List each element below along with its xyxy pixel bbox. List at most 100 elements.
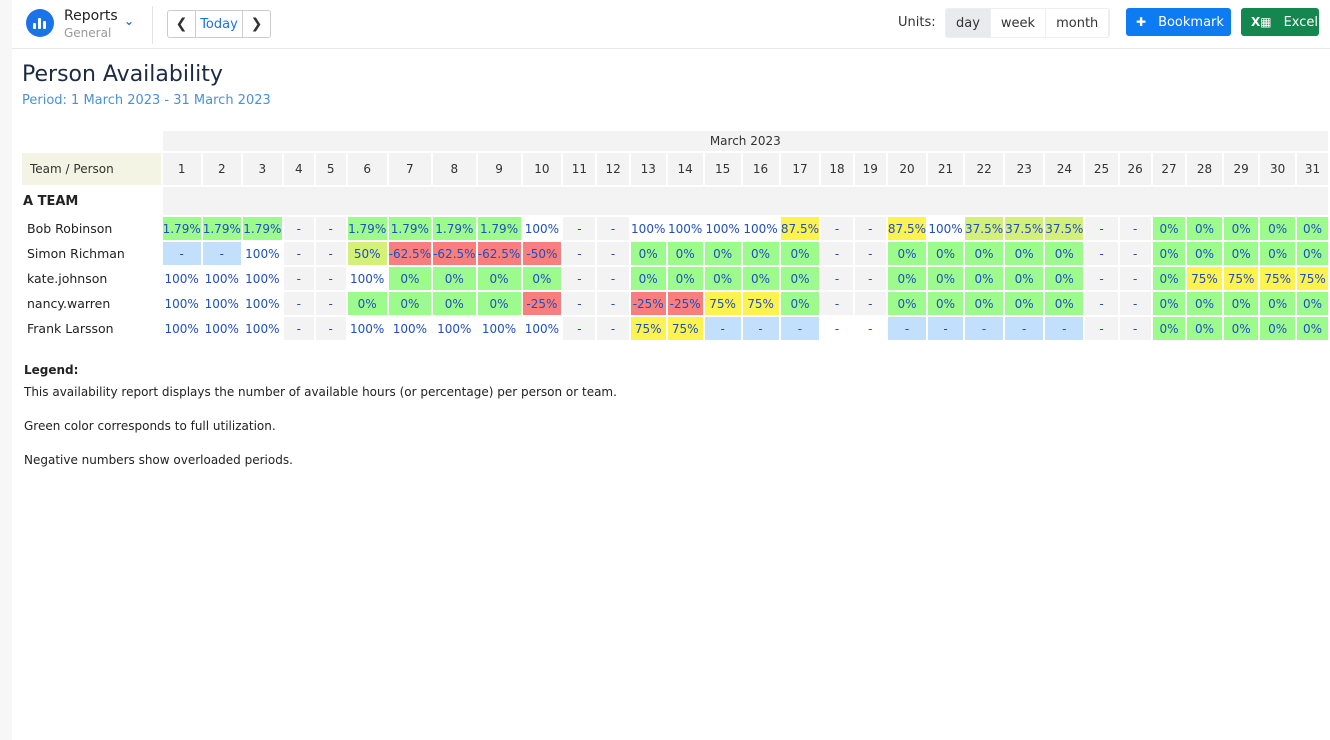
availability-cell[interactable]: 0% (1005, 242, 1044, 265)
availability-cell[interactable]: 1.79% (477, 217, 521, 240)
availability-cell[interactable]: 0% (742, 267, 779, 290)
availability-cell[interactable]: 0% (928, 267, 964, 290)
availability-cell[interactable]: 0% (928, 242, 964, 265)
person-name[interactable]: Frank Larsson (22, 317, 161, 340)
person-name[interactable]: kate.johnson (22, 267, 161, 290)
availability-cell[interactable]: - (854, 267, 886, 290)
person-name[interactable]: Bob Robinson (22, 217, 161, 240)
availability-cell[interactable]: 0% (780, 267, 820, 290)
availability-cell[interactable]: 1.79% (388, 217, 432, 240)
availability-cell[interactable]: -62.5% (433, 242, 476, 265)
availability-cell[interactable]: 50% (347, 242, 387, 265)
team-name[interactable]: A TEAM (22, 187, 161, 215)
availability-cell[interactable]: 100% (242, 267, 282, 290)
availability-cell[interactable]: 0% (1187, 317, 1222, 340)
prev-arrow-icon[interactable]: ❮ (168, 11, 195, 37)
availability-cell[interactable]: - (854, 217, 886, 240)
availability-cell[interactable]: 0% (965, 267, 1004, 290)
availability-cell[interactable]: 0% (1260, 217, 1295, 240)
availability-cell[interactable]: - (928, 317, 964, 340)
availability-cell[interactable]: - (283, 217, 314, 240)
availability-cell[interactable]: 0% (1297, 242, 1328, 265)
availability-cell[interactable]: 0% (887, 242, 927, 265)
availability-cell[interactable]: 100% (202, 317, 241, 340)
availability-cell[interactable]: -25% (630, 292, 666, 315)
availability-cell[interactable]: 0% (1223, 242, 1259, 265)
availability-cell[interactable]: 0% (1152, 292, 1186, 315)
availability-cell[interactable]: - (854, 317, 886, 340)
availability-cell[interactable]: 87.5% (780, 217, 820, 240)
availability-cell[interactable]: 100% (162, 317, 201, 340)
availability-cell[interactable]: - (821, 217, 853, 240)
availability-cell[interactable]: - (780, 317, 820, 340)
availability-cell[interactable]: 0% (1187, 242, 1222, 265)
availability-cell[interactable]: 0% (388, 267, 432, 290)
availability-cell[interactable]: 37.5% (1005, 217, 1044, 240)
availability-cell[interactable]: 1.79% (242, 217, 282, 240)
availability-cell[interactable]: 0% (1223, 292, 1259, 315)
availability-cell[interactable]: 100% (162, 267, 201, 290)
availability-cell[interactable]: - (563, 317, 596, 340)
availability-cell[interactable]: - (742, 317, 779, 340)
availability-cell[interactable]: 100% (630, 217, 666, 240)
availability-cell[interactable]: - (854, 292, 886, 315)
availability-cell[interactable]: -50% (522, 242, 562, 265)
next-arrow-icon[interactable]: ❯ (243, 11, 270, 37)
availability-cell[interactable]: - (1005, 317, 1044, 340)
unit-day-button[interactable]: day (946, 9, 991, 37)
availability-cell[interactable]: 0% (388, 292, 432, 315)
availability-cell[interactable]: - (315, 317, 346, 340)
availability-cell[interactable]: 75% (1260, 267, 1295, 290)
availability-cell[interactable]: - (1085, 217, 1118, 240)
app-title[interactable]: Reports (64, 8, 118, 24)
availability-cell[interactable]: 0% (928, 292, 964, 315)
availability-cell[interactable]: 0% (1045, 267, 1084, 290)
availability-cell[interactable]: - (563, 217, 596, 240)
availability-cell[interactable]: 100% (477, 317, 521, 340)
availability-cell[interactable]: - (283, 267, 314, 290)
availability-cell[interactable]: - (162, 242, 201, 265)
availability-cell[interactable]: 0% (780, 292, 820, 315)
availability-cell[interactable]: 75% (1187, 267, 1222, 290)
person-name[interactable]: nancy.warren (22, 292, 161, 315)
availability-cell[interactable]: 0% (347, 292, 387, 315)
availability-cell[interactable]: - (563, 267, 596, 290)
availability-cell[interactable]: 0% (1045, 292, 1084, 315)
availability-cell[interactable]: - (597, 292, 629, 315)
availability-cell[interactable]: - (887, 317, 927, 340)
availability-cell[interactable]: 37.5% (965, 217, 1004, 240)
availability-cell[interactable]: - (202, 242, 241, 265)
availability-cell[interactable]: 0% (1187, 217, 1222, 240)
unit-week-button[interactable]: week (991, 9, 1047, 37)
availability-cell[interactable]: 0% (630, 242, 666, 265)
availability-cell[interactable]: 0% (965, 242, 1004, 265)
availability-cell[interactable]: 100% (347, 267, 387, 290)
availability-cell[interactable]: - (283, 317, 314, 340)
availability-cell[interactable]: 0% (433, 267, 476, 290)
availability-cell[interactable]: - (821, 317, 853, 340)
availability-cell[interactable]: 0% (630, 267, 666, 290)
availability-cell[interactable]: 75% (630, 317, 666, 340)
availability-cell[interactable]: - (1085, 317, 1118, 340)
availability-cell[interactable]: 0% (1260, 292, 1295, 315)
availability-cell[interactable]: 100% (242, 292, 282, 315)
availability-cell[interactable]: 0% (433, 292, 476, 315)
availability-cell[interactable]: 0% (667, 242, 703, 265)
availability-cell[interactable]: 100% (742, 217, 779, 240)
availability-cell[interactable]: 100% (347, 317, 387, 340)
availability-cell[interactable]: 100% (162, 292, 201, 315)
availability-cell[interactable]: - (597, 242, 629, 265)
availability-cell[interactable]: - (1085, 267, 1118, 290)
availability-cell[interactable]: 0% (887, 292, 927, 315)
availability-cell[interactable]: 0% (1260, 317, 1295, 340)
availability-cell[interactable]: 0% (522, 267, 562, 290)
availability-cell[interactable]: 0% (1297, 317, 1328, 340)
availability-cell[interactable]: - (315, 217, 346, 240)
availability-cell[interactable]: - (821, 267, 853, 290)
availability-cell[interactable]: 1.79% (347, 217, 387, 240)
availability-cell[interactable]: 37.5% (1045, 217, 1084, 240)
availability-cell[interactable]: 0% (704, 267, 741, 290)
availability-cell[interactable]: 0% (965, 292, 1004, 315)
availability-cell[interactable]: 0% (1152, 267, 1186, 290)
availability-cell[interactable]: 75% (1297, 267, 1328, 290)
